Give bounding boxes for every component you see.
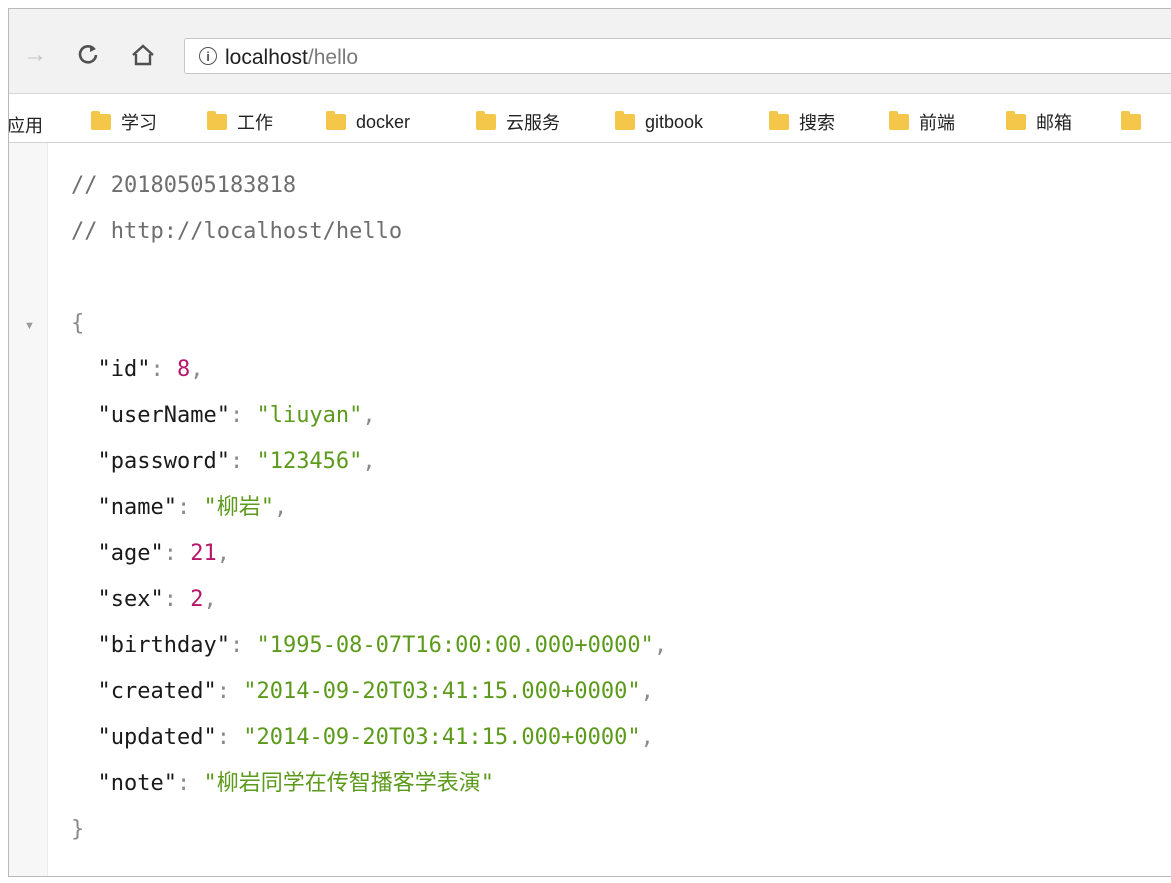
url-host: localhost — [225, 46, 308, 69]
json-value: "1995-08-07T16:00:00.000+0000" — [256, 633, 654, 658]
comment-url: // http://localhost/hello — [71, 219, 403, 244]
folder-icon — [91, 111, 111, 130]
bookmark-item[interactable]: 工作 — [207, 110, 273, 134]
json-code: // 20180505183818 // http://localhost/he… — [71, 163, 667, 853]
json-field: "age": 21, — [71, 531, 667, 577]
json-comma: , — [362, 449, 376, 474]
json-colon: : — [176, 495, 204, 520]
home-icon[interactable] — [130, 43, 156, 72]
json-comma: , — [203, 587, 217, 612]
close-brace: } — [71, 817, 85, 842]
bookmark-item[interactable]: 学习 — [91, 110, 157, 134]
json-colon: : — [150, 357, 177, 382]
json-field: "userName": "liuyan", — [71, 393, 667, 439]
url-path: /hello — [307, 46, 359, 69]
json-colon: : — [229, 449, 257, 474]
bookmarks-bar: 应用 学习 工作 docker 云服务 gitbook 搜索 前端 邮箱 — [9, 102, 1171, 143]
folder-icon — [615, 111, 635, 130]
bookmark-label: 学习 — [121, 113, 157, 133]
json-value: "2014-09-20T03:41:15.000+0000" — [243, 725, 641, 750]
json-colon: : — [163, 541, 191, 566]
json-comma: , — [362, 403, 376, 428]
json-field: "password": "123456", — [71, 439, 667, 485]
json-key: "updated" — [97, 725, 217, 750]
json-comma: , — [216, 541, 230, 566]
json-viewer: ▼ // 20180505183818 // http://localhost/… — [9, 143, 1171, 876]
json-key: "birthday" — [97, 633, 230, 658]
json-key: "name" — [97, 495, 177, 520]
fold-toggle-icon[interactable]: ▼ — [24, 320, 35, 332]
bookmark-label: 前端 — [919, 113, 955, 133]
bookmark-item[interactable]: 云服务 — [476, 110, 560, 134]
json-value: "柳岩同学在传智播客学表演" — [203, 771, 494, 796]
open-brace: { — [71, 311, 85, 336]
json-value: 8 — [176, 357, 191, 382]
folder-icon — [326, 111, 346, 130]
comment-timestamp: // 20180505183818 — [71, 173, 297, 198]
folder-icon — [207, 111, 227, 130]
bookmark-label: gitbook — [645, 111, 704, 132]
bookmark-overflow[interactable] — [1121, 110, 1141, 134]
json-colon: : — [229, 403, 257, 428]
folder-icon — [1121, 111, 1141, 130]
bookmark-item[interactable]: 邮箱 — [1006, 110, 1072, 134]
forward-icon[interactable]: → — [23, 43, 47, 67]
bookmark-label: 云服务 — [506, 113, 560, 133]
folder-icon — [769, 111, 789, 130]
json-field: "sex": 2, — [71, 577, 667, 623]
bookmark-label: 邮箱 — [1036, 113, 1072, 133]
json-comma: , — [640, 725, 654, 750]
browser-toolbar: → i localhost/hello — [9, 9, 1171, 94]
json-key: "id" — [97, 357, 151, 382]
bookmark-label: docker — [356, 111, 411, 132]
json-field: "id": 8, — [71, 347, 667, 393]
json-key: "sex" — [97, 587, 164, 612]
json-comma: , — [640, 679, 654, 704]
folder-icon — [476, 111, 496, 130]
bookmark-label: 工作 — [237, 113, 273, 133]
json-colon: : — [229, 633, 257, 658]
apps-link[interactable]: 应用 — [9, 112, 43, 138]
address-bar[interactable]: i localhost/hello — [184, 38, 1171, 74]
bookmark-label: 搜索 — [799, 113, 835, 133]
json-comma: , — [273, 495, 288, 520]
json-value: "123456" — [256, 449, 363, 474]
json-field: "note": "柳岩同学在传智播客学表演" — [71, 761, 667, 807]
folder-icon — [1006, 111, 1026, 130]
json-field: "birthday": "1995-08-07T16:00:00.000+000… — [71, 623, 668, 669]
json-value: 21 — [190, 541, 217, 566]
json-value: 2 — [190, 587, 204, 612]
json-colon: : — [216, 679, 244, 704]
json-colon: : — [176, 771, 204, 796]
json-comma: , — [653, 633, 668, 658]
bookmark-item[interactable]: 搜索 — [769, 110, 835, 134]
line-gutter: ▼ — [9, 143, 48, 876]
json-value: "2014-09-20T03:41:15.000+0000" — [243, 679, 641, 704]
json-key: "userName" — [97, 403, 230, 428]
json-colon: : — [163, 587, 191, 612]
json-field: "updated": "2014-09-20T03:41:15.000+0000… — [71, 715, 667, 761]
info-icon[interactable]: i — [199, 47, 217, 65]
json-comma: , — [190, 357, 204, 382]
json-colon: : — [216, 725, 244, 750]
folder-icon — [889, 111, 909, 130]
json-value: "柳岩" — [203, 495, 274, 520]
json-key: "note" — [97, 771, 177, 796]
json-key: "age" — [97, 541, 164, 566]
bookmark-item[interactable]: 前端 — [889, 110, 955, 134]
browser-window: → i localhost/hello 应用 学习 工作 docker 云服务 gitb… — [8, 8, 1171, 877]
json-key: "created" — [97, 679, 217, 704]
json-field: "created": "2014-09-20T03:41:15.000+0000… — [71, 669, 667, 715]
bookmark-item[interactable]: gitbook — [615, 110, 703, 134]
bookmark-item[interactable]: docker — [326, 110, 410, 134]
json-value: "liuyan" — [256, 403, 363, 428]
json-key: "password" — [97, 449, 230, 474]
address-url[interactable]: localhost/hello — [225, 46, 358, 70]
reload-icon[interactable] — [77, 43, 99, 70]
json-field: "name": "柳岩", — [71, 485, 667, 531]
